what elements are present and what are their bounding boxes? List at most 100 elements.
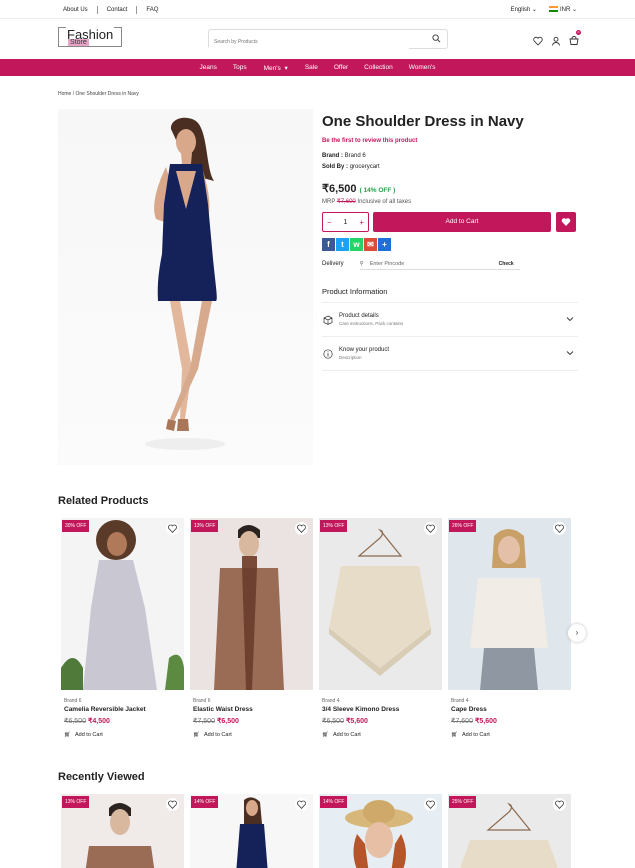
product-card-image[interactable]: 13% OFF — [61, 794, 184, 868]
product-card[interactable]: 14% OFF — [190, 794, 313, 868]
seller-label: Sold By : — [322, 164, 349, 170]
pincode-input[interactable]: Enter Pincode — [370, 261, 405, 267]
product-sale-price: ₹6,500 — [216, 718, 239, 725]
twitter-icon[interactable]: t — [336, 238, 349, 251]
wishlist-heart-icon[interactable] — [424, 798, 437, 811]
product-card-image[interactable]: 14% OFF — [319, 794, 442, 868]
wishlist-heart-icon[interactable] — [424, 522, 437, 535]
wishlist-heart-icon[interactable] — [553, 798, 566, 811]
share-plus-icon[interactable]: + — [378, 238, 391, 251]
search-input[interactable] — [209, 33, 409, 51]
nav-tops[interactable]: Tops — [232, 64, 248, 71]
wishlist-button[interactable] — [556, 212, 576, 232]
facebook-icon[interactable]: f — [322, 238, 335, 251]
product-card[interactable]: 13% OFF — [61, 794, 184, 868]
card-add-to-cart[interactable]: 🛒︎ Add to Cart — [319, 732, 442, 738]
cart-icon[interactable]: 0 — [569, 30, 581, 45]
product-mrp: ₹7,500 — [193, 718, 215, 725]
currency-value: INR — [559, 7, 571, 13]
currency-selector[interactable]: INR ⌄ — [548, 6, 577, 13]
cart-icon: 🛒︎ — [451, 732, 458, 738]
wishlist-heart-icon[interactable] — [295, 522, 308, 535]
about-us-link[interactable]: About Us — [58, 6, 98, 14]
know-your-product-accordion[interactable]: Know your product Description — [322, 337, 578, 371]
carousel-next-arrow-icon[interactable]: › — [568, 624, 586, 642]
nav-collection[interactable]: Collection — [363, 64, 394, 71]
product-card-image[interactable]: 26% OFF — [448, 518, 571, 690]
faq-link[interactable]: FAQ — [137, 6, 167, 14]
product-name[interactable]: Camelia Reversible Jacket — [61, 706, 184, 713]
plus-icon[interactable]: + — [359, 218, 364, 227]
check-button[interactable]: Check — [499, 261, 514, 267]
product-card[interactable]: 30% OFF Brand 6 Camelia Reversible Jacke… — [61, 518, 184, 738]
product-card[interactable]: 14% OFF — [319, 794, 442, 868]
product-sale-price: ₹5,600 — [474, 718, 497, 725]
search-box — [208, 29, 448, 51]
product-information-heading: Product Information — [322, 287, 578, 303]
wishlist-heart-icon[interactable] — [295, 798, 308, 811]
search-icon[interactable] — [432, 34, 441, 43]
product-card[interactable]: 13% OFF Brand 6 Elastic Waist Dress ₹7,5… — [190, 518, 313, 738]
review-link[interactable]: Be the first to review this product — [322, 138, 578, 144]
wishlist-heart-icon[interactable] — [166, 798, 179, 811]
product-card[interactable]: 26% OFF Brand 4 Cape Dress ₹7,600 ₹5,600… — [448, 518, 571, 738]
product-brand: Brand 4 — [451, 698, 469, 704]
product-card[interactable]: 13% OFF Brand 4 3/4 Sleeve Kimono Dress … — [319, 518, 442, 738]
nav-womens[interactable]: Women's — [408, 64, 437, 71]
recently-viewed-heading: Recently Viewed — [58, 771, 145, 783]
breadcrumb-home[interactable]: Home — [58, 91, 71, 97]
language-selector[interactable]: English ⌄ — [511, 6, 537, 13]
card-add-to-cart[interactable]: 🛒︎ Add to Cart — [190, 732, 313, 738]
product-card-image[interactable]: 13% OFF — [319, 518, 442, 690]
wishlist-heart-icon[interactable] — [553, 522, 566, 535]
related-products-carousel: 30% OFF Brand 6 Camelia Reversible Jacke… — [61, 518, 571, 738]
nav-mens-label: Men's — [263, 64, 281, 72]
nav-sale[interactable]: Sale — [304, 64, 319, 71]
product-main-image[interactable] — [58, 109, 313, 465]
contact-link[interactable]: Contact — [98, 6, 138, 14]
product-brand: Brand 6 — [193, 698, 211, 704]
product-name[interactable]: Elastic Waist Dress — [190, 706, 313, 713]
sweater-model-figure — [470, 529, 548, 690]
minus-icon[interactable]: − — [327, 218, 332, 227]
discount-badge: 30% OFF — [62, 520, 90, 532]
product-title: One Shoulder Dress in Navy — [322, 113, 524, 130]
card-add-to-cart[interactable]: 🛒︎ Add to Cart — [61, 732, 184, 738]
quantity-value[interactable]: 1 — [344, 219, 348, 226]
know-your-product-subtitle: Description — [339, 355, 362, 360]
product-name[interactable]: 3/4 Sleeve Kimono Dress — [319, 706, 442, 713]
product-details-subtitle: Care instructions, Pack contains — [339, 321, 404, 326]
nav-jeans[interactable]: Jeans — [199, 64, 218, 71]
india-flag-icon — [548, 6, 558, 12]
product-card[interactable]: 25% OFF — [448, 794, 571, 868]
discount-badge: 26% OFF — [449, 520, 477, 532]
box-icon — [323, 315, 333, 325]
nav-offer[interactable]: Offer — [333, 64, 349, 71]
discount-badge: 14% OFF — [191, 796, 219, 808]
model-in-navy-dress-figure — [145, 117, 225, 450]
chevron-down-icon — [566, 351, 574, 356]
wishlist-heart-icon[interactable] — [166, 522, 179, 535]
product-card-image[interactable]: 14% OFF — [190, 794, 313, 868]
product-mrp: ₹7,600 — [451, 718, 473, 725]
wishlist-heart-icon[interactable] — [533, 33, 543, 46]
logo[interactable]: Fashion Store — [58, 27, 122, 47]
card-add-to-cart[interactable]: 🛒︎ Add to Cart — [448, 732, 571, 738]
add-to-cart-button[interactable]: Add to Cart — [373, 212, 551, 232]
product-card-image[interactable]: 25% OFF — [448, 794, 571, 868]
tax-note: Inclusive of all taxes — [357, 199, 412, 205]
product-name[interactable]: Cape Dress — [448, 706, 571, 713]
product-card-image[interactable]: 30% OFF — [61, 518, 184, 690]
header: Fashion Store 0 — [0, 19, 635, 59]
user-icon[interactable] — [551, 33, 561, 46]
chevron-down-icon — [566, 317, 574, 322]
whatsapp-icon[interactable]: w — [350, 238, 363, 251]
discount-badge: 13% OFF — [62, 796, 90, 808]
cart-icon: 🛒︎ — [193, 732, 200, 738]
delivery-label: Delivery — [322, 261, 344, 267]
product-details-accordion[interactable]: Product details Care instructions, Pack … — [322, 303, 578, 337]
email-icon[interactable]: ✉ — [364, 238, 377, 251]
product-card-image[interactable]: 13% OFF — [190, 518, 313, 690]
nav-mens[interactable]: Men's ▾ — [262, 64, 290, 72]
sale-price: ₹6,500 — [322, 183, 357, 195]
